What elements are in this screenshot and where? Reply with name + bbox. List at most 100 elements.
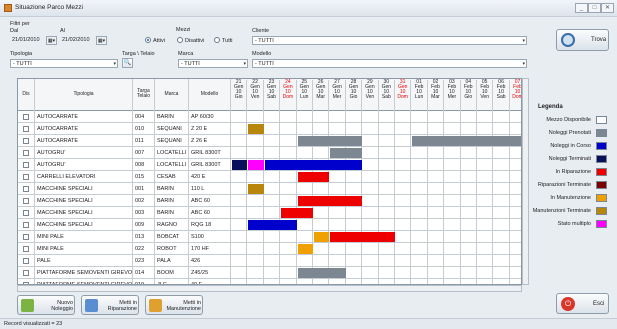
day-cell[interactable] [411,231,428,243]
day-cell[interactable] [460,147,477,159]
day-cell[interactable] [231,135,248,147]
disable-checkbox[interactable] [23,114,29,120]
day-cell[interactable] [427,171,445,183]
day-cell[interactable] [263,243,281,255]
day-cell[interactable] [313,111,330,123]
day-cell[interactable] [378,195,395,207]
day-cell[interactable] [444,243,461,255]
day-cell[interactable] [395,183,412,195]
status-bar-segment[interactable] [412,136,521,146]
al-calendar-icon[interactable]: ▦▾ [96,36,107,45]
day-cell[interactable] [477,219,494,231]
al-date-input[interactable]: 21/02/2010 [60,36,98,45]
day-cell[interactable] [444,147,461,159]
day-cell[interactable] [296,219,313,231]
status-bar-segment[interactable] [232,160,248,170]
day-cell[interactable] [411,255,428,267]
day-cell[interactable] [460,255,477,267]
nuovo-noleggio-button[interactable]: Nuovo Noleggio [17,295,75,315]
manutenzione-button[interactable]: Metti in Manutenzione [145,295,203,315]
day-cell[interactable] [477,159,494,171]
day-cell[interactable] [411,243,428,255]
day-cell[interactable] [509,207,521,219]
day-cell[interactable] [477,243,494,255]
day-cell[interactable] [231,171,248,183]
day-cell[interactable] [411,183,428,195]
day-cell[interactable] [444,255,461,267]
day-cell[interactable] [231,195,248,207]
day-cell[interactable] [395,207,412,219]
day-cell[interactable] [280,183,297,195]
close-button[interactable]: ✕ [601,3,614,13]
day-cell[interactable] [280,231,297,243]
day-cell[interactable] [296,255,313,267]
day-cell[interactable] [509,267,521,279]
day-cell[interactable] [362,135,379,147]
day-cell[interactable] [296,123,313,135]
day-cell[interactable] [362,123,379,135]
day-cell[interactable] [345,267,363,279]
day-cell[interactable] [395,243,412,255]
day-cell[interactable] [280,147,297,159]
disable-checkbox[interactable] [23,186,29,192]
radio-disattivi[interactable]: Disattivi [177,37,204,44]
day-cell[interactable] [395,123,412,135]
day-cell[interactable] [509,171,521,183]
disable-checkbox[interactable] [23,198,29,204]
day-cell[interactable] [345,111,363,123]
day-cell[interactable] [362,183,379,195]
table-row[interactable]: MACCHINE SPECIALI 002 BARIN ABC 60 [18,195,521,207]
status-bar-segment[interactable] [314,232,330,242]
table-row[interactable]: MINI PALE 022 ROBOT 170 HF [18,243,521,255]
disable-checkbox[interactable] [23,162,29,168]
day-cell[interactable] [411,267,428,279]
day-cell[interactable] [395,135,412,147]
marca-select[interactable]: - TUTTI ▾ [178,59,248,68]
status-bar-segment[interactable] [281,208,313,218]
day-cell[interactable] [444,111,461,123]
day-cell[interactable] [345,183,363,195]
table-row[interactable]: AUTOCARRATE 004 BARIN AP 60/30 [18,111,521,123]
day-cell[interactable] [477,255,494,267]
radio-tutti[interactable]: Tutti [214,37,233,44]
day-cell[interactable] [477,231,494,243]
day-cell[interactable] [263,111,281,123]
day-cell[interactable] [313,255,330,267]
day-cell[interactable] [329,243,346,255]
day-cell[interactable] [231,183,248,195]
day-cell[interactable] [493,183,510,195]
day-cell[interactable] [247,195,264,207]
status-bar-segment[interactable] [297,244,313,254]
tipologia-select[interactable]: - TUTTI ▾ [10,59,118,68]
cliente-select[interactable]: - TUTTI ▾ [252,36,527,45]
day-cell[interactable] [444,231,461,243]
day-cell[interactable] [444,183,461,195]
day-cell[interactable] [493,171,510,183]
day-cell[interactable] [427,159,445,171]
day-cell[interactable] [378,123,395,135]
table-row[interactable]: MACCHINE SPECIALI 009 RAGNO RQG 18 [18,219,521,231]
day-cell[interactable] [395,147,412,159]
status-bar-segment[interactable] [248,124,264,134]
day-cell[interactable] [329,123,346,135]
disable-checkbox[interactable] [23,126,29,132]
day-cell[interactable] [280,171,297,183]
day-cell[interactable] [493,147,510,159]
day-cell[interactable] [509,219,521,231]
day-cell[interactable] [313,123,330,135]
day-cell[interactable] [329,183,346,195]
day-cell[interactable] [493,207,510,219]
day-cell[interactable] [395,267,412,279]
day-cell[interactable] [247,171,264,183]
day-cell[interactable] [231,243,248,255]
disable-checkbox[interactable] [23,174,29,180]
esci-button[interactable]: ⏻ Esci [556,293,609,314]
day-cell[interactable] [329,207,346,219]
day-cell[interactable] [313,207,330,219]
day-cell[interactable] [477,183,494,195]
day-cell[interactable] [313,219,330,231]
day-cell[interactable] [460,195,477,207]
column-header-modello[interactable]: Modello [189,79,231,111]
minimize-button[interactable]: _ [575,3,588,13]
day-cell[interactable] [263,147,281,159]
